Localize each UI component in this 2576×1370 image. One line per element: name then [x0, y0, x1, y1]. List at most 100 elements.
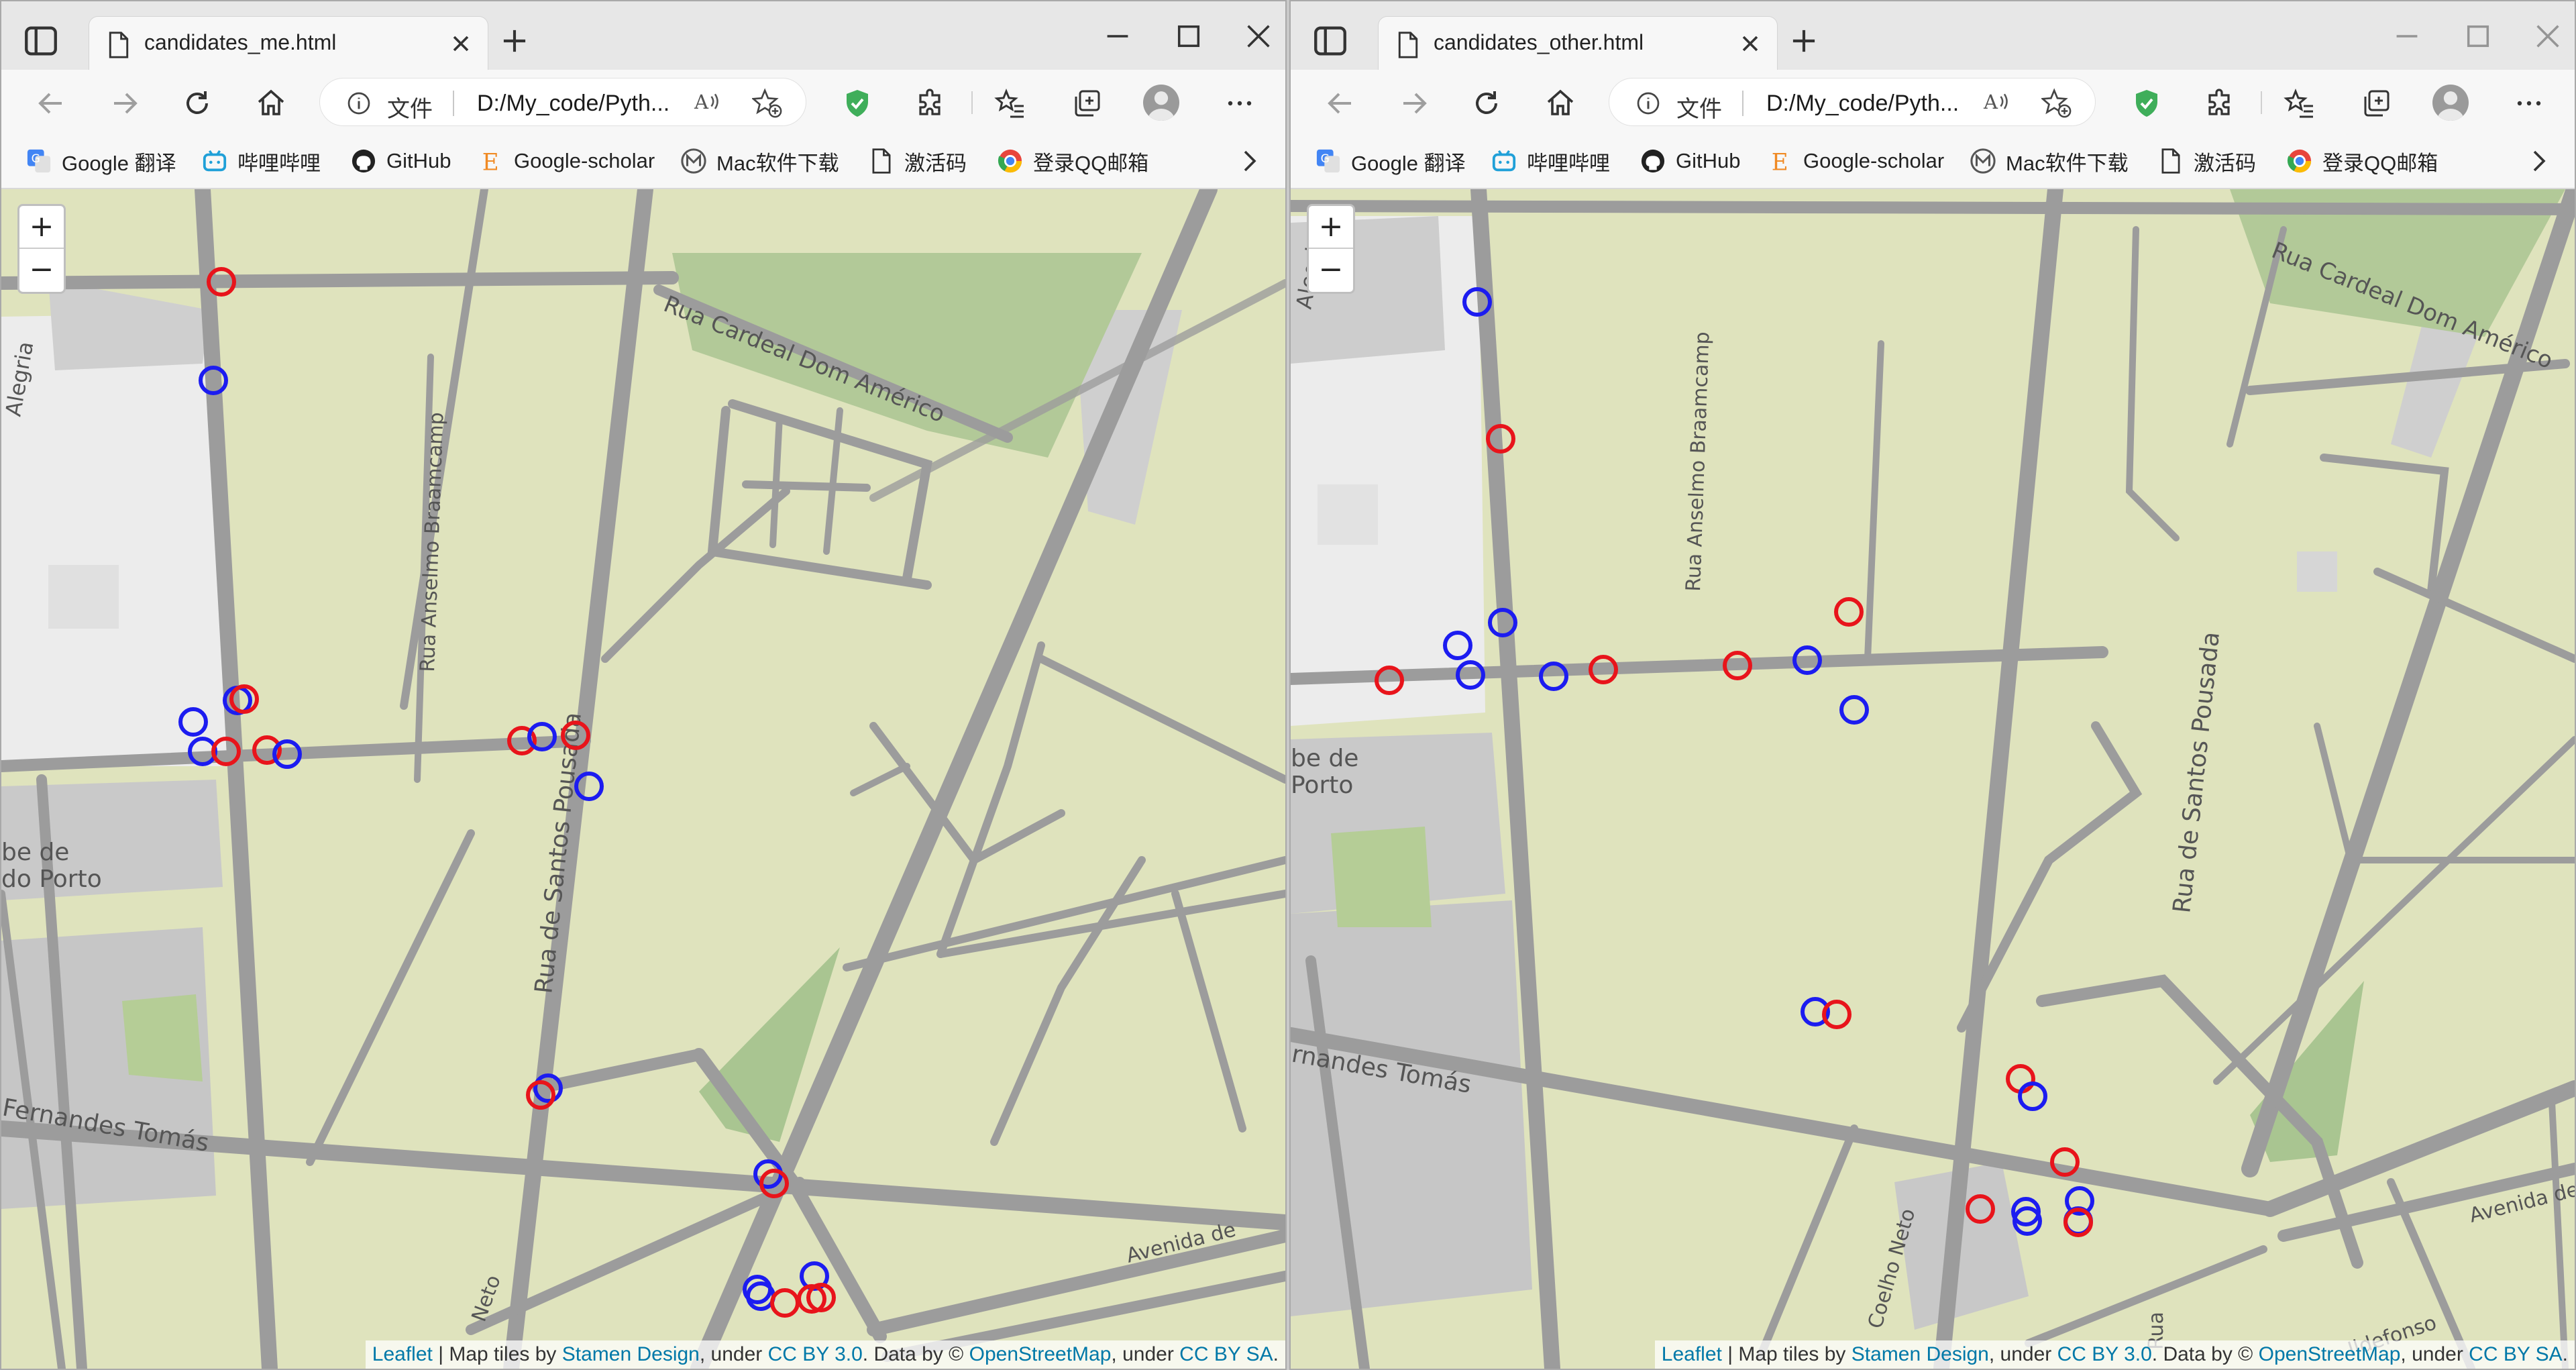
bookmark-label: 哔哩哔哩	[1527, 151, 1610, 175]
url-text[interactable]: D:/My_code/Pyth...	[1766, 91, 1959, 117]
read-aloud-icon[interactable]: A	[693, 89, 722, 116]
window-close-icon[interactable]	[2533, 21, 2563, 51]
tab-strip: candidates_other.html	[1291, 1, 2575, 71]
browser-window-right: candidates_other.html 文件 D:/My_code/Pyth…	[1289, 0, 2576, 1370]
page-icon	[109, 32, 129, 58]
forward-arrow-icon[interactable]	[109, 87, 141, 119]
favorites-icon[interactable]	[994, 87, 1026, 119]
profile-icon[interactable]	[2432, 85, 2469, 121]
bookmark-github[interactable]: GitHub	[350, 142, 451, 180]
forward-arrow-icon[interactable]	[1398, 87, 1430, 119]
bookmark-google-translate[interactable]: G Google 翻译	[25, 142, 176, 180]
chrome-icon	[997, 148, 1024, 174]
home-icon[interactable]	[1544, 87, 1576, 119]
shield-icon[interactable]	[841, 87, 873, 119]
zoom-control: + −	[17, 204, 66, 294]
bookmark-bilibili[interactable]: 哔哩哔哩	[201, 142, 321, 180]
github-icon	[1640, 148, 1666, 174]
bookmark-label: Google-scholar	[1803, 149, 1945, 172]
bookmark-google-scholar[interactable]: E Google-scholar	[1767, 142, 1945, 180]
plus-icon[interactable]	[499, 25, 530, 56]
map-tiles[interactable]: Rua Cardeal Dom Américo Rua Anselmo Braa…	[1, 189, 1285, 1369]
window-close-icon[interactable]	[1244, 21, 1273, 51]
bookmark-bilibili[interactable]: 哔哩哔哩	[1491, 142, 1610, 180]
cc-by-link[interactable]: CC BY 3.0	[2057, 1343, 2152, 1365]
zoom-in-button[interactable]: +	[1309, 206, 1353, 249]
osm-link[interactable]: OpenStreetMap	[969, 1343, 1112, 1365]
bookmark-github[interactable]: GitHub	[1640, 142, 1740, 180]
leaflet-link[interactable]: Leaflet	[372, 1343, 433, 1365]
osm-link[interactable]: OpenStreetMap	[2259, 1343, 2401, 1365]
svg-text:G: G	[32, 152, 40, 166]
back-arrow-icon[interactable]	[1324, 87, 1356, 119]
svg-text:A: A	[1983, 91, 1998, 113]
star-plus-icon[interactable]	[2041, 88, 2072, 119]
map-view[interactable]: Rua Cardeal Dom Américo Rua Anselmo Braa…	[1, 189, 1285, 1369]
zoom-out-button[interactable]: −	[1309, 249, 1353, 292]
cc-by-sa-link[interactable]: CC BY SA	[2469, 1343, 2563, 1365]
close-icon[interactable]	[1737, 30, 1764, 57]
zoom-in-button[interactable]: +	[19, 206, 64, 249]
info-icon[interactable]	[345, 90, 372, 117]
bookmark-qq-mail[interactable]: 登录QQ邮箱	[997, 142, 1148, 180]
scheme-label: 文件	[387, 97, 433, 122]
plus-icon[interactable]	[1788, 25, 1819, 56]
collections-icon[interactable]	[2360, 87, 2392, 119]
cc-by-sa-link[interactable]: CC BY SA	[1179, 1343, 1273, 1365]
bookmark-google-translate[interactable]: G Google 翻译	[1315, 142, 1466, 180]
bookmark-activation-code[interactable]: 激活码	[868, 142, 967, 180]
zoom-out-button[interactable]: −	[19, 249, 64, 292]
puzzle-icon[interactable]	[2204, 87, 2237, 119]
tab-actions-icon[interactable]	[21, 21, 60, 60]
read-aloud-icon[interactable]: A	[1982, 89, 2012, 116]
more-icon[interactable]	[2513, 87, 2545, 119]
bookmark-label: 哔哩哔哩	[237, 151, 321, 175]
reload-icon[interactable]	[181, 87, 213, 119]
tab-active[interactable]: candidates_other.html	[1378, 16, 1778, 71]
url-text[interactable]: D:/My_code/Pyth...	[477, 91, 669, 117]
attribution-text: .	[1273, 1343, 1279, 1365]
info-icon[interactable]	[1635, 90, 1662, 117]
bookmark-activation-code[interactable]: 激活码	[2157, 142, 2256, 180]
cc-by-link[interactable]: CC BY 3.0	[768, 1343, 863, 1365]
bookmarks-bar: G Google 翻译 哔哩哔哩 GitHub E Google-scholar M…	[1, 134, 1285, 189]
puzzle-icon[interactable]	[915, 87, 947, 119]
place-label: be de	[1, 839, 69, 866]
leaflet-link[interactable]: Leaflet	[1662, 1343, 1722, 1365]
maximize-icon[interactable]	[1174, 21, 1203, 51]
map-tiles[interactable]: Rua Cardeal Dom Américo Rua Anselmo Braa…	[1291, 189, 2575, 1369]
collections-icon[interactable]	[1071, 87, 1103, 119]
tab-active[interactable]: candidates_me.html	[89, 16, 488, 71]
favorites-icon[interactable]	[2284, 87, 2316, 119]
stamen-link[interactable]: Stamen Design	[562, 1343, 700, 1365]
star-plus-icon[interactable]	[752, 88, 783, 119]
bookmark-google-scholar[interactable]: E Google-scholar	[478, 142, 655, 180]
stamen-link[interactable]: Stamen Design	[1851, 1343, 1989, 1365]
bookmark-mac-software[interactable]: Mac软件下载	[680, 142, 839, 180]
minimize-icon[interactable]	[1103, 21, 1132, 51]
more-icon[interactable]	[1224, 87, 1256, 119]
reload-icon[interactable]	[1470, 87, 1503, 119]
close-icon[interactable]	[447, 30, 474, 57]
chrome-icon	[2286, 148, 2313, 174]
map-view[interactable]: Rua Cardeal Dom Américo Rua Anselmo Braa…	[1291, 189, 2575, 1369]
attribution-text: , under	[699, 1343, 768, 1365]
shield-icon[interactable]	[2131, 87, 2163, 119]
bilibili-icon	[201, 148, 228, 174]
profile-icon[interactable]	[1143, 85, 1179, 121]
address-bar[interactable]: 文件 D:/My_code/Pyth... A	[1609, 78, 2096, 126]
address-bar[interactable]: 文件 D:/My_code/Pyth... A	[319, 78, 806, 126]
minimize-icon[interactable]	[2392, 21, 2422, 51]
back-arrow-icon[interactable]	[35, 87, 67, 119]
attribution-text: , under	[1111, 1343, 1180, 1365]
chevron-right-icon[interactable]	[2525, 148, 2552, 174]
home-icon[interactable]	[255, 87, 287, 119]
chevron-right-icon[interactable]	[1236, 148, 1263, 174]
attribution-text: | Map tiles by	[1721, 1343, 1851, 1365]
maximize-icon[interactable]	[2463, 21, 2493, 51]
tab-actions-icon[interactable]	[1311, 21, 1350, 60]
bookmark-mac-software[interactable]: Mac软件下载	[1970, 142, 2129, 180]
bookmark-qq-mail[interactable]: 登录QQ邮箱	[2286, 142, 2438, 180]
bookmark-label: Mac软件下载	[2006, 151, 2129, 175]
divider	[971, 91, 973, 114]
